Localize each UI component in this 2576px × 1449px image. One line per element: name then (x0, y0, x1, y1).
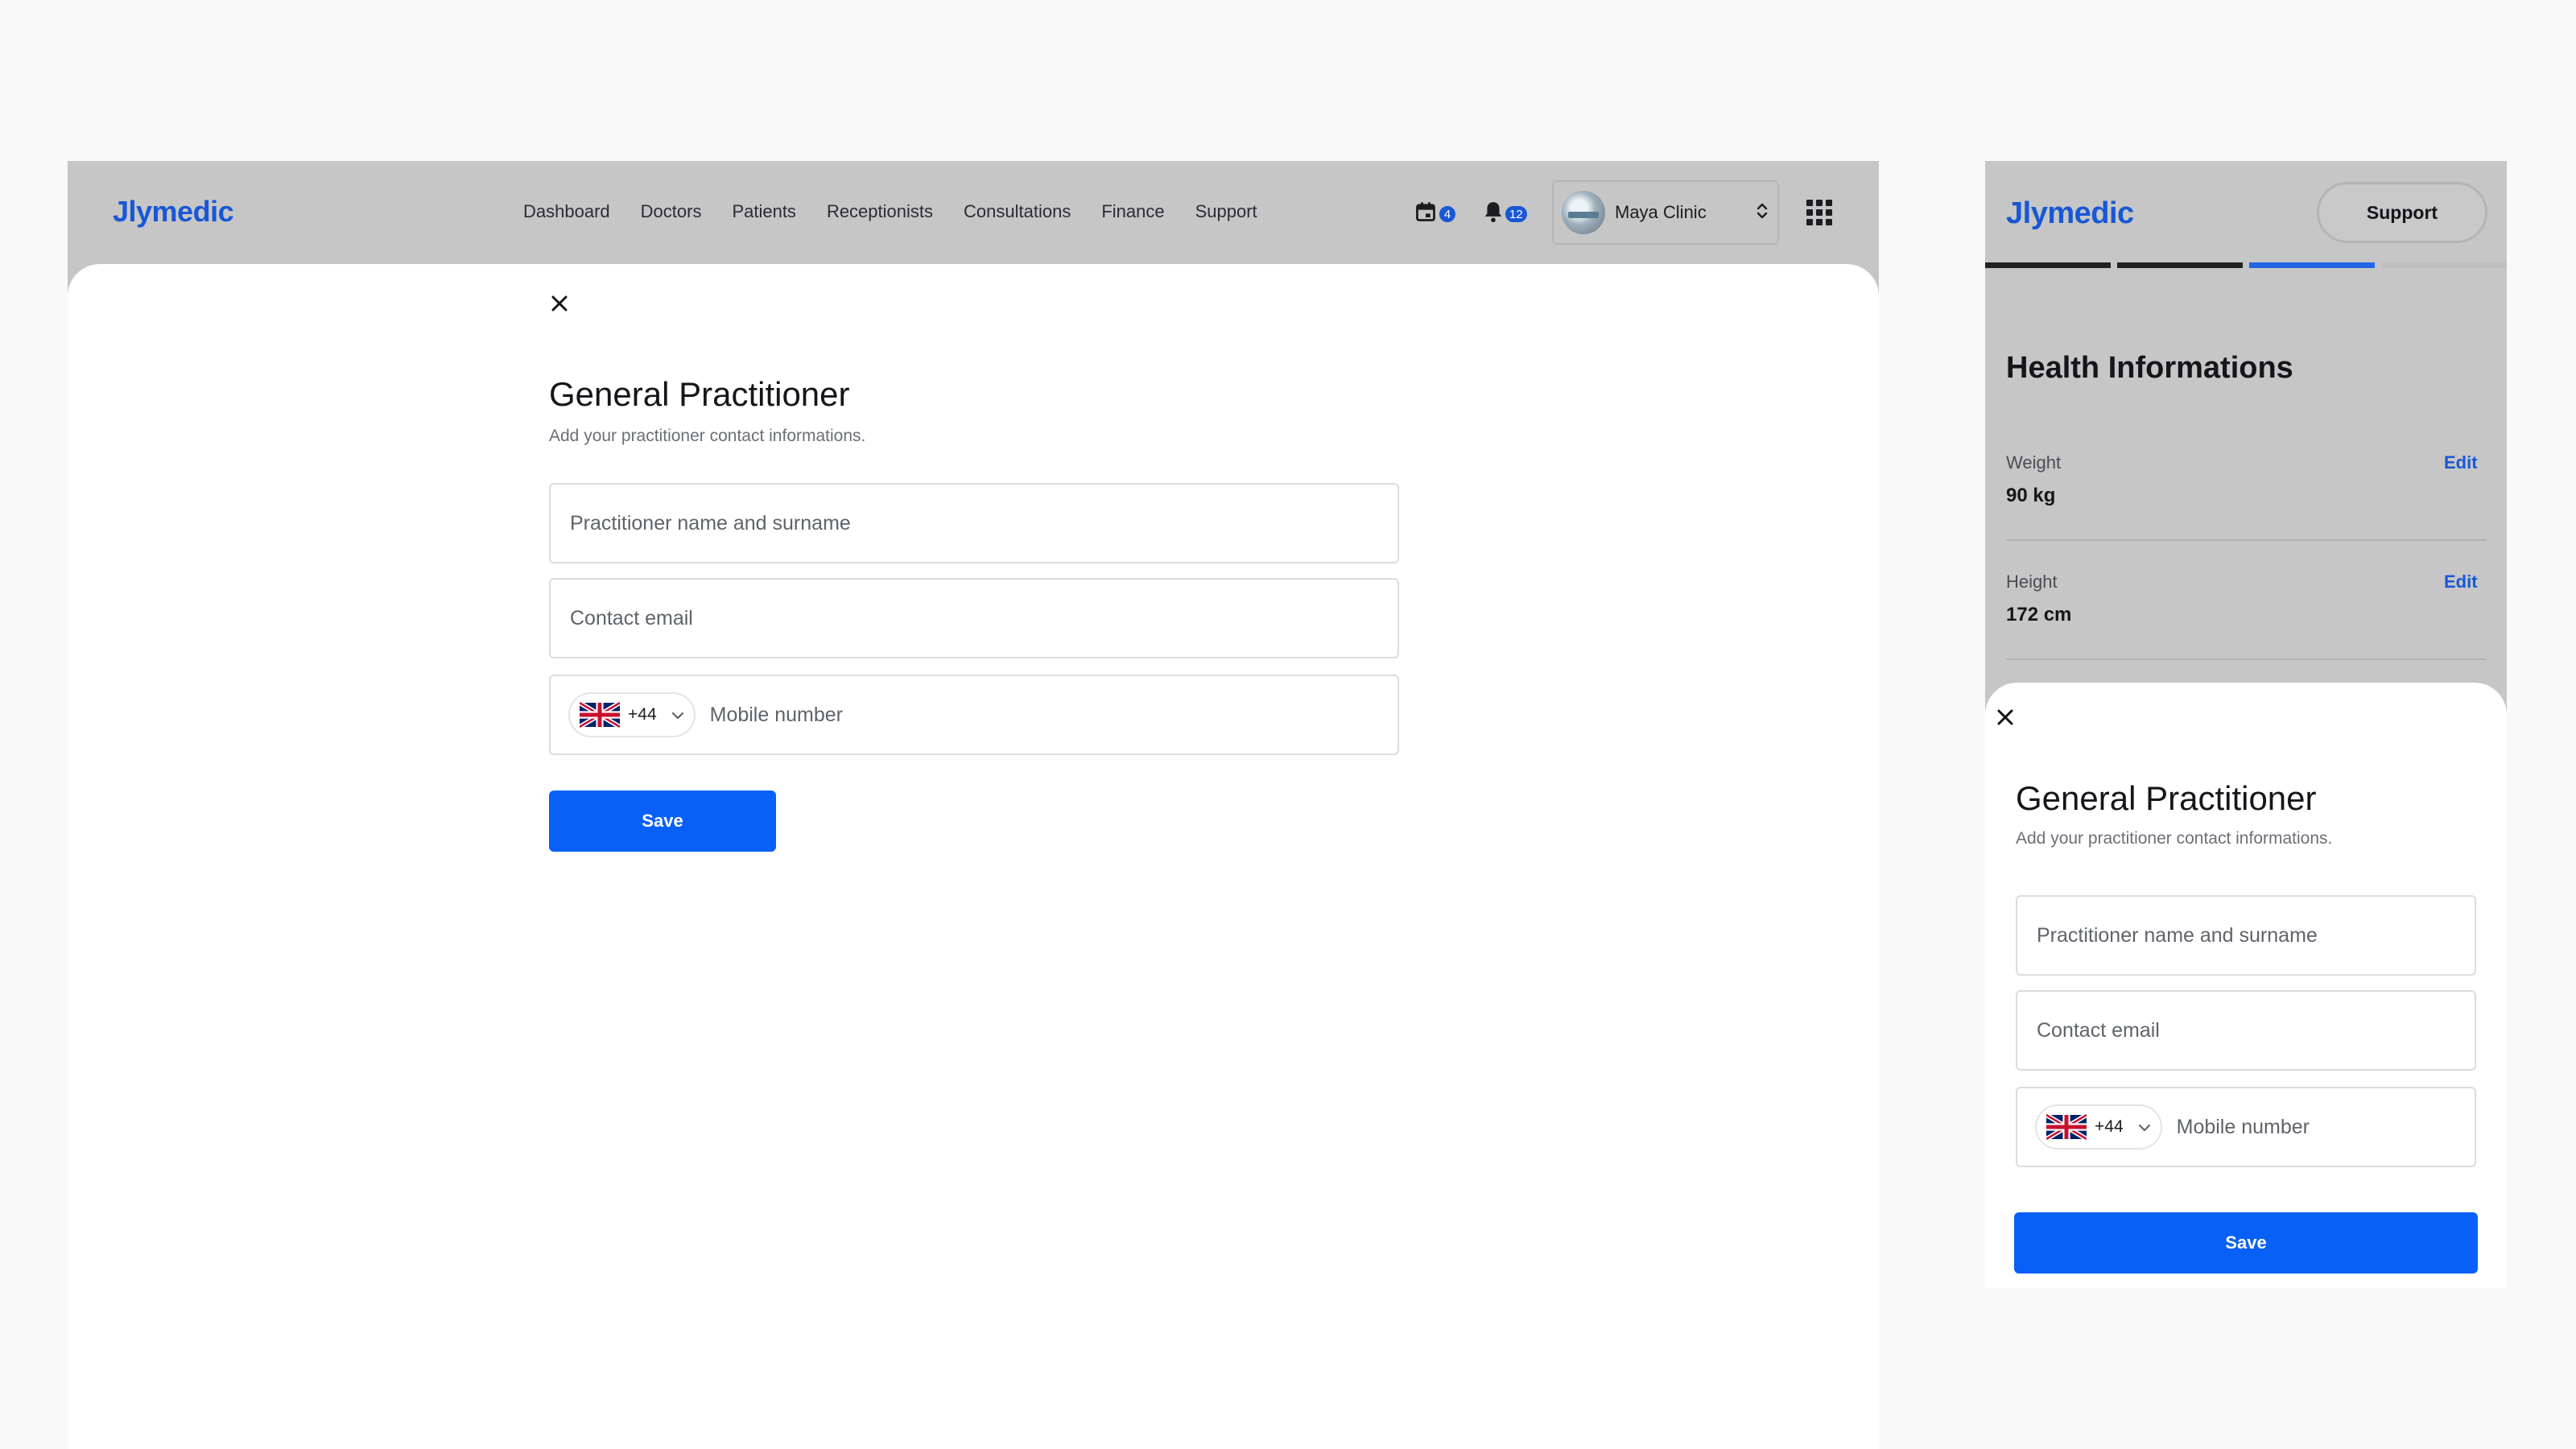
weight-value: 90 kg (2006, 485, 2056, 506)
practitioner-name-placeholder: Practitioner name and surname (2037, 923, 2318, 947)
nav-dashboard[interactable]: Dashboard (523, 201, 610, 222)
nav-support[interactable]: Support (1195, 201, 1257, 222)
nav-doctors[interactable]: Doctors (641, 201, 702, 222)
desktop-window: Jlymedic Dashboard Doctors Patients Rece… (68, 161, 1879, 1449)
calendar-icon[interactable] (1414, 200, 1438, 224)
practitioner-name-input[interactable]: Practitioner name and surname (2016, 895, 2476, 976)
practitioner-sheet: General Practitioner Add your practition… (68, 264, 1879, 1449)
country-code-select[interactable]: +44 (2035, 1104, 2162, 1150)
mobile-window: Jlymedic Support Health Informations Wei… (1985, 161, 2507, 1288)
uk-flag-icon (2046, 1114, 2087, 1140)
nav-consultations[interactable]: Consultations (964, 201, 1071, 222)
nav-receptionists[interactable]: Receptionists (827, 201, 933, 222)
save-button[interactable]: Save (2014, 1212, 2478, 1274)
mobile-number-field[interactable]: +44 Mobile number (549, 675, 1399, 755)
bell-icon[interactable] (1481, 200, 1505, 224)
row-divider (2006, 658, 2486, 660)
form-subtitle: Add your practitioner contact informatio… (2016, 829, 2333, 848)
step-indicator-3 (2249, 262, 2375, 268)
clinic-name: Maya Clinic (1615, 202, 1707, 222)
practitioner-name-input[interactable]: Practitioner name and surname (549, 483, 1399, 564)
main-nav: Dashboard Doctors Patients Receptionists… (523, 201, 1288, 222)
nav-patients[interactable]: Patients (732, 201, 796, 222)
brand-logo[interactable]: Jlymedic (113, 195, 234, 229)
step-indicator-2 (2117, 262, 2243, 268)
support-button[interactable]: Support (2317, 182, 2487, 243)
height-label: Height (2006, 572, 2058, 592)
brand-logo-mobile[interactable]: Jlymedic (2006, 196, 2134, 231)
nav-finance[interactable]: Finance (1101, 201, 1164, 222)
chevron-up-down-icon (1755, 200, 1769, 225)
clinic-avatar (1562, 191, 1605, 234)
save-button[interactable]: Save (549, 791, 776, 852)
close-icon[interactable] (547, 291, 572, 316)
height-value: 172 cm (2006, 604, 2072, 625)
row-divider (2006, 539, 2486, 541)
contact-email-placeholder: Contact email (570, 606, 693, 630)
contact-email-placeholder: Contact email (2037, 1018, 2160, 1042)
chevron-down-icon (2138, 1117, 2151, 1137)
clinic-switcher[interactable]: Maya Clinic (1552, 180, 1779, 245)
form-title: General Practitioner (2016, 779, 2317, 817)
weight-edit-link[interactable]: Edit (2444, 452, 2478, 473)
contact-email-input[interactable]: Contact email (2016, 990, 2476, 1071)
mobile-number-placeholder: Mobile number (709, 703, 843, 726)
weight-label: Weight (2006, 452, 2062, 473)
form-title: General Practitioner (549, 375, 850, 413)
practitioner-name-placeholder: Practitioner name and surname (570, 511, 851, 535)
step-indicator-4 (2381, 262, 2507, 268)
mobile-number-placeholder: Mobile number (2176, 1115, 2310, 1138)
uk-flag-icon (580, 702, 620, 728)
chevron-down-icon (671, 705, 684, 724)
country-code: +44 (2095, 1117, 2124, 1136)
notification-badge: 12 (1504, 204, 1529, 224)
close-icon[interactable] (1993, 705, 2017, 729)
calendar-badge: 4 (1438, 204, 1457, 224)
step-indicator-1 (1985, 262, 2111, 268)
practitioner-sheet-mobile: General Practitioner Add your practition… (1985, 683, 2507, 1288)
contact-email-input[interactable]: Contact email (549, 578, 1399, 658)
section-title: Health Informations (2006, 351, 2293, 385)
apps-grid-icon[interactable] (1806, 200, 1832, 225)
mobile-number-field[interactable]: +44 Mobile number (2016, 1087, 2476, 1167)
country-code-select[interactable]: +44 (568, 692, 696, 737)
height-edit-link[interactable]: Edit (2444, 572, 2478, 592)
form-subtitle: Add your practitioner contact informatio… (549, 427, 866, 445)
country-code: +44 (628, 705, 657, 724)
